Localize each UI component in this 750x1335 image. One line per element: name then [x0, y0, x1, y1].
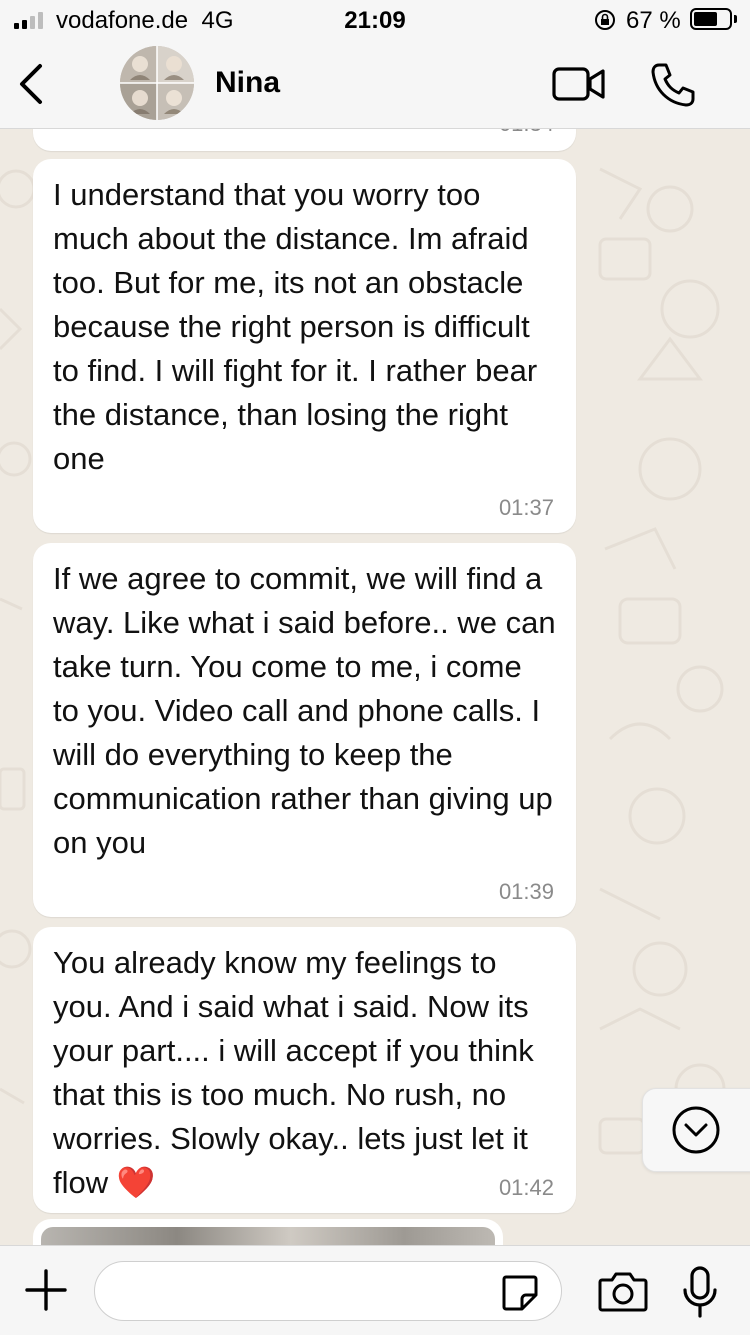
battery-tip: [734, 15, 737, 23]
heart-emoji: ❤️: [116, 1165, 156, 1200]
video-camera-icon[interactable]: [552, 64, 606, 104]
message-text: If we agree to commit, we will find a wa…: [53, 561, 565, 860]
message-bubble[interactable]: If we agree to commit, we will find a wa…: [33, 543, 576, 917]
input-bar: [0, 1245, 750, 1335]
status-bar: vodafone.de 4G 21:09 67 %: [0, 0, 750, 40]
camera-icon[interactable]: [598, 1270, 648, 1312]
phone-icon[interactable]: [650, 62, 696, 108]
scroll-down-button[interactable]: [642, 1088, 750, 1172]
plus-icon[interactable]: [24, 1268, 68, 1312]
chat-header: Nina: [0, 40, 750, 129]
microphone-icon[interactable]: [682, 1266, 718, 1318]
message-text: You already know my feelings to you. And…: [53, 945, 543, 1200]
contact-name[interactable]: Nina: [215, 66, 280, 100]
message-time: 01:42: [498, 1175, 554, 1200]
chevron-down-icon: [672, 1106, 720, 1154]
sticker-icon[interactable]: [500, 1273, 540, 1313]
orientation-lock-icon: [595, 10, 615, 30]
message-bubble[interactable]: I understand that you worry too much abo…: [33, 159, 576, 533]
avatar[interactable]: [120, 46, 194, 120]
message-input[interactable]: [94, 1261, 562, 1321]
battery-icon: [690, 8, 732, 30]
image-message[interactable]: [33, 1219, 503, 1245]
message-time: 01:37: [498, 495, 554, 520]
battery-percent: 67 %: [626, 7, 681, 34]
message-text: I understand that you worry too much abo…: [53, 177, 546, 476]
message-bubble[interactable]: You already know my feelings to you. And…: [33, 927, 576, 1213]
back-button[interactable]: [12, 60, 52, 108]
message-time: 01:39: [498, 879, 554, 904]
image-preview: [41, 1227, 495, 1245]
message-bubble-partial[interactable]: 01:34: [33, 129, 576, 151]
chat-area[interactable]: 01:34 I understand that you worry too mu…: [0, 129, 750, 1245]
message-time: 01:34: [499, 129, 554, 137]
